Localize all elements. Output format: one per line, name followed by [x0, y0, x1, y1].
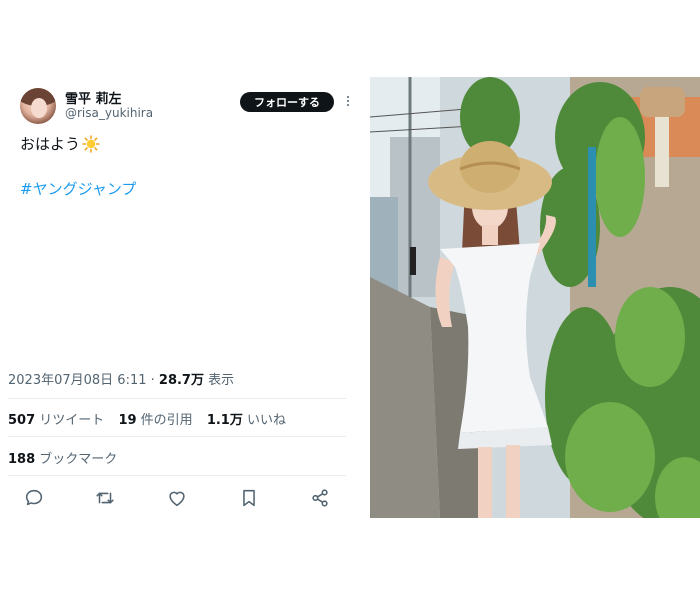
bookmarks-label: ブックマーク: [39, 452, 118, 467]
retweet-icon[interactable]: [94, 487, 116, 509]
divider: [8, 436, 346, 437]
meta-separator: ·: [146, 373, 159, 388]
tweet-text-content: おはよう: [20, 135, 81, 153]
retweets-stat[interactable]: 507 リツイート: [8, 413, 104, 428]
divider: [8, 398, 346, 399]
bookmark-icon[interactable]: [238, 487, 260, 509]
avatar[interactable]: [20, 88, 56, 124]
retweets-count: 507: [8, 413, 36, 428]
author-handle[interactable]: @risa_yukihira: [65, 106, 153, 120]
avatar-face: [31, 98, 47, 118]
hashtag-link[interactable]: #ヤングジャンプ: [20, 178, 136, 199]
like-icon[interactable]: [166, 487, 188, 509]
quotes-stat[interactable]: 19 件の引用: [118, 413, 192, 428]
reply-icon[interactable]: [23, 487, 45, 509]
action-bar: [0, 485, 358, 511]
sun-icon: [82, 134, 100, 153]
quotes-count: 19: [118, 413, 137, 428]
tweet-meta: 2023年07月08日 6:11 · 28.7万 表示: [8, 369, 234, 388]
author-name[interactable]: 雪平 莉左: [65, 88, 122, 107]
divider: [8, 475, 346, 476]
timestamp[interactable]: 2023年07月08日 6:11: [8, 373, 147, 388]
tweet-text: おはよう: [20, 133, 100, 154]
bookmarks-stat[interactable]: 188 ブックマーク: [8, 448, 117, 467]
retweets-label: リツイート: [39, 413, 105, 428]
photo-illustration: [370, 77, 700, 518]
views-count: 28.7万: [158, 373, 204, 388]
likes-label: いいね: [247, 413, 287, 428]
bookmarks-count: 188: [8, 452, 36, 467]
likes-count: 1.1万: [206, 413, 243, 428]
more-options-icon[interactable]: [346, 96, 350, 110]
views-label: 表示: [208, 373, 235, 388]
follow-button[interactable]: フォローする: [240, 92, 334, 112]
tweet-card: 雪平 莉左 @risa_yukihira フォローする おはよう #ヤングジャン…: [0, 77, 358, 518]
share-icon[interactable]: [309, 487, 331, 509]
engagement-stats: 507 リツイート 19 件の引用 1.1万 いいね: [8, 409, 286, 428]
likes-stat[interactable]: 1.1万 いいね: [207, 413, 286, 428]
tweet-photo[interactable]: [370, 77, 700, 518]
quotes-label: 件の引用: [140, 413, 193, 428]
